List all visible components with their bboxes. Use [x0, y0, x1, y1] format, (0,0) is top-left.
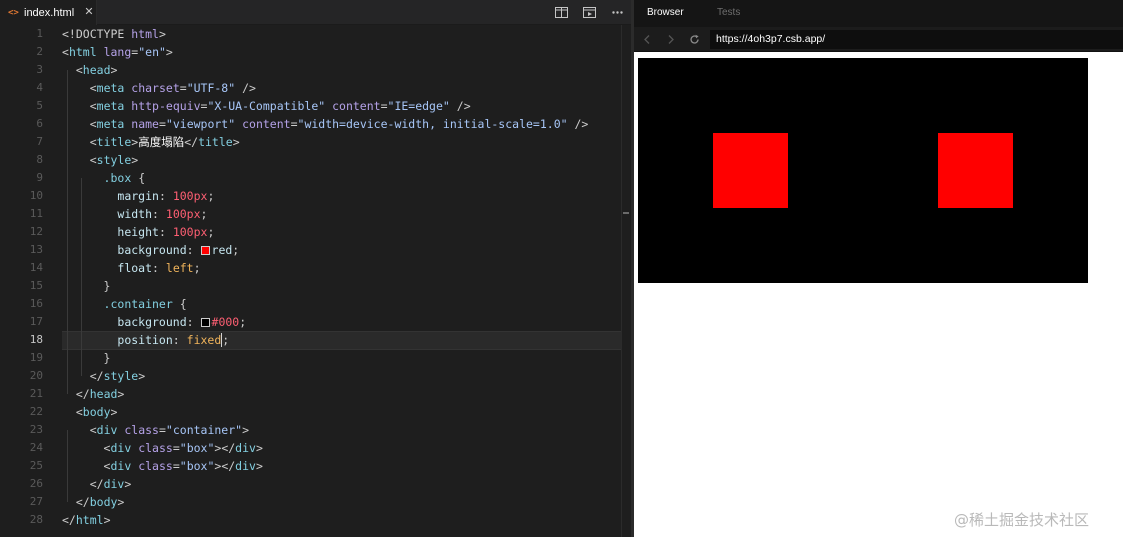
code-line: 12 height: 100px; — [0, 223, 622, 241]
line-number: 18 — [29, 333, 43, 346]
code-line: 10 margin: 100px; — [0, 187, 622, 205]
code-line: 19 } — [0, 349, 622, 367]
line-number: 19 — [29, 351, 43, 364]
tab-index-html[interactable]: <> index.html ✕ — [0, 0, 97, 25]
refresh-icon[interactable] — [686, 31, 702, 47]
line-number: 15 — [29, 279, 43, 292]
line-number: 4 — [36, 81, 43, 94]
close-icon[interactable]: ✕ — [82, 5, 96, 19]
code-line: 5 <meta http-equiv="X-UA-Compatible" con… — [0, 97, 622, 115]
vertical-scrollbar[interactable] — [621, 25, 631, 537]
line-number: 21 — [29, 387, 43, 400]
line-number: 23 — [29, 423, 43, 436]
line-number: 20 — [29, 369, 43, 382]
more-icon[interactable] — [603, 4, 631, 21]
code-line: 27 </body> — [0, 493, 622, 511]
red-box-2 — [938, 133, 1013, 208]
code-line: 26 </div> — [0, 475, 622, 493]
back-icon[interactable] — [639, 31, 655, 47]
tab-label: index.html — [24, 6, 75, 19]
line-number: 6 — [36, 117, 43, 130]
code-editor[interactable]: <> index.html ✕ 1 <!DOCTYPE html> 2 <html … — [0, 0, 631, 537]
color-swatch-red[interactable] — [200, 246, 210, 255]
line-number: 17 — [29, 315, 43, 328]
code-line: 15 } — [0, 277, 622, 295]
code-line: 20 </style> — [0, 367, 622, 385]
code-line: 6 <meta name="viewport" content="width=d… — [0, 115, 622, 133]
line-number: 24 — [29, 441, 43, 454]
line-number: 10 — [29, 189, 43, 202]
address-bar — [634, 27, 1123, 52]
color-swatch-black[interactable] — [200, 318, 210, 327]
tab-browser[interactable]: Browser — [634, 0, 696, 27]
code-line: 22 <body> — [0, 403, 622, 421]
line-number: 11 — [29, 207, 43, 220]
browser-tab-bar: Browser Tests — [634, 0, 1123, 27]
browser-preview: Browser Tests — [634, 0, 1123, 537]
red-box-1 — [713, 133, 788, 208]
code-line: 1 <!DOCTYPE html> — [0, 25, 622, 43]
code-line: 9 .box { — [0, 169, 622, 187]
code-line: 17 background: #000; — [0, 313, 622, 331]
page-viewport — [634, 53, 1123, 537]
line-number: 14 — [29, 261, 43, 274]
code-line: 13 background: red; — [0, 241, 622, 259]
editor-tab-bar: <> index.html ✕ — [0, 0, 631, 25]
line-number: 28 — [29, 513, 43, 526]
url-input[interactable] — [710, 30, 1123, 49]
preview-icon[interactable] — [575, 4, 603, 21]
line-number: 2 — [36, 45, 43, 58]
line-number: 26 — [29, 477, 43, 490]
html-file-icon: <> — [8, 7, 19, 18]
line-number: 22 — [29, 405, 43, 418]
code-line: 16 .container { — [0, 295, 622, 313]
code-line: 21 </head> — [0, 385, 622, 403]
line-number: 12 — [29, 225, 43, 238]
line-number: 27 — [29, 495, 43, 508]
code-line-current: 18 position: fixed; — [0, 331, 622, 349]
line-number: 3 — [36, 63, 43, 76]
line-number: 25 — [29, 459, 43, 472]
code-line: 24 <div class="box"></div> — [0, 439, 622, 457]
code-line: 7 <title>高度塌陷</title> — [0, 133, 622, 151]
code-line: 2 <html lang="en"> — [0, 43, 622, 61]
code-line: 3 <head> — [0, 61, 622, 79]
code-line: 23 <div class="container"> — [0, 421, 622, 439]
code-line: 14 float: left; — [0, 259, 622, 277]
forward-icon[interactable] — [662, 31, 678, 47]
line-number: 1 — [36, 27, 43, 40]
line-number: 9 — [36, 171, 43, 184]
code-area[interactable]: 1 <!DOCTYPE html> 2 <html lang="en"> 3 <he… — [0, 25, 630, 537]
scrollbar-thumb[interactable] — [623, 212, 629, 214]
split-editor-icon[interactable] — [547, 4, 575, 21]
line-number: 13 — [29, 243, 43, 256]
tab-tests[interactable]: Tests — [717, 0, 740, 27]
line-number: 8 — [36, 153, 43, 166]
code-line: 11 width: 100px; — [0, 205, 622, 223]
code-line: 28 </html> — [0, 511, 622, 529]
line-number: 16 — [29, 297, 43, 310]
container-element — [638, 58, 1088, 283]
line-number: 7 — [36, 135, 43, 148]
code-line: 25 <div class="box"></div> — [0, 457, 622, 475]
code-line: 8 <style> — [0, 151, 622, 169]
editor-actions — [547, 4, 631, 21]
line-number: 5 — [36, 99, 43, 112]
code-line: 4 <meta charset="UTF-8" /> — [0, 79, 622, 97]
watermark: @稀土掘金技术社区 — [954, 511, 1090, 529]
